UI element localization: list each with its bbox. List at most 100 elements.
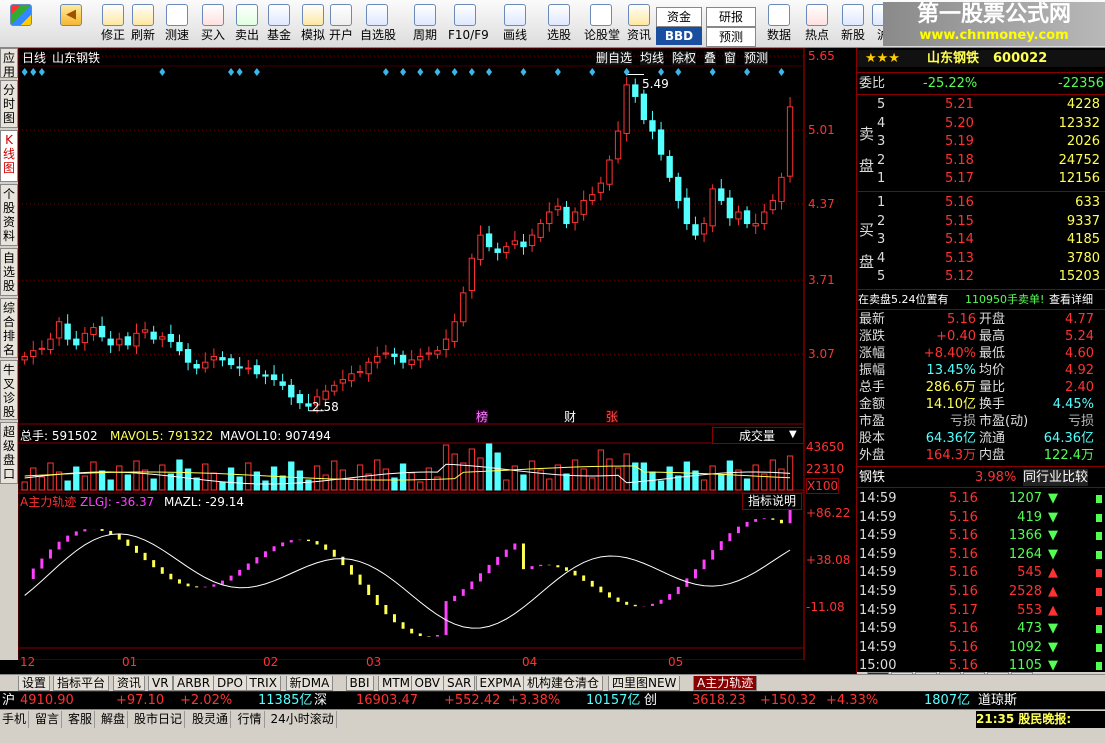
indicator-tab-4[interactable]: ARBR bbox=[173, 676, 215, 691]
view-tab-3[interactable]: 个股资料 bbox=[0, 184, 18, 246]
app-menu-button[interactable] bbox=[4, 3, 38, 47]
toolbar-button-16[interactable]: 热点 bbox=[800, 3, 834, 47]
toolbar-button-0[interactable]: 修正 bbox=[96, 3, 130, 47]
chart-menu-item-3[interactable]: 叠 bbox=[704, 51, 717, 65]
volume-bar bbox=[735, 469, 742, 491]
status-item-6[interactable]: 行情 bbox=[236, 711, 265, 728]
back-button[interactable]: ◀ bbox=[54, 3, 88, 47]
indicator-tab-3[interactable]: VR bbox=[148, 676, 173, 691]
candle-body bbox=[417, 355, 424, 361]
toolbar-button-15[interactable]: 数据 bbox=[762, 3, 796, 47]
toolbar-button-5[interactable]: 基金 bbox=[262, 3, 296, 47]
volume-bar bbox=[718, 474, 725, 491]
volume-tick: 22310 bbox=[806, 462, 845, 476]
indicator-select[interactable]: 成交量 ▼ bbox=[712, 427, 804, 444]
status-item-3[interactable]: 解盘 bbox=[99, 711, 129, 728]
toolbar-button-13[interactable]: 论股堂 bbox=[584, 3, 620, 47]
toolbar-button-14[interactable]: 资讯 bbox=[622, 3, 656, 47]
chart-menu-item-1[interactable]: 均线 bbox=[640, 51, 665, 65]
yanbao-button[interactable]: 研报 预测 bbox=[706, 3, 756, 47]
bang-marker[interactable]: 榜 bbox=[476, 410, 489, 424]
cai-marker[interactable]: 财 bbox=[564, 410, 576, 424]
status-item-4[interactable]: 股市日记 bbox=[132, 711, 186, 728]
view-tab-4[interactable]: 自选股 bbox=[0, 248, 18, 296]
status-item-1[interactable]: 留言 bbox=[33, 711, 63, 728]
indicator-tab-6[interactable]: TRIX bbox=[245, 676, 281, 691]
toolbar-button-1[interactable]: 刷新 bbox=[126, 3, 160, 47]
stat-value: 2.40 bbox=[1065, 380, 1094, 395]
view-tab-6[interactable]: 牛叉诊股 bbox=[0, 360, 18, 420]
candle-body bbox=[554, 205, 562, 211]
indicator-help-button[interactable]: 指标说明 bbox=[742, 493, 802, 510]
candle-body bbox=[460, 292, 467, 323]
toolbar-button-3[interactable]: 买入 bbox=[196, 3, 230, 47]
zhang-marker[interactable]: 张 bbox=[606, 410, 619, 424]
chart-menu-item-2[interactable]: 除权 bbox=[672, 51, 697, 65]
view-tab-0[interactable]: 应用 bbox=[0, 48, 18, 79]
volume-bar bbox=[202, 463, 209, 491]
tick-time: 14:59 bbox=[859, 546, 897, 562]
zijin-button[interactable]: 资金 BBD bbox=[656, 3, 702, 47]
chart-menu-item-0[interactable]: 删自选 bbox=[596, 51, 633, 65]
indicator-tab-1[interactable]: 指标平台 bbox=[53, 676, 110, 691]
toolbar-button-7[interactable]: 开户 bbox=[324, 3, 358, 47]
candle-body bbox=[356, 370, 364, 374]
mavol10-name: MAVOL10: bbox=[220, 429, 282, 443]
toolbar-button-12[interactable]: 选股 bbox=[542, 3, 576, 47]
index-ticker: 沪 4910.90 +97.10 +2.02% 11385亿 深 16903.4… bbox=[0, 691, 1105, 709]
stat-label: 最低 bbox=[979, 346, 1006, 361]
arrow-down-icon: ▼ bbox=[1048, 528, 1058, 544]
chart-menu-item-5[interactable]: 预测 bbox=[744, 51, 769, 65]
candle-body bbox=[288, 384, 295, 398]
status-item-5[interactable]: 股灵通 bbox=[190, 711, 232, 728]
indicator-tab-2[interactable]: 资讯 bbox=[113, 676, 146, 691]
status-item-7[interactable]: 24小时滚动 bbox=[269, 711, 337, 728]
kline-chart-panel[interactable]: 日线 山东钢铁 删自选 均线 除权叠窗预测 总手: 591502 MAVOL5: 7… bbox=[18, 48, 856, 669]
indicator-tab-15[interactable]: A主力轨迹 bbox=[693, 676, 758, 691]
toolbar-button-2[interactable]: 测速 bbox=[160, 3, 194, 47]
toolbar-button-label: 自选股 bbox=[360, 28, 397, 42]
indicator-tab-11[interactable]: SAR bbox=[443, 676, 476, 691]
arrow-down-icon: ▼ bbox=[1048, 509, 1058, 525]
quote-divider bbox=[857, 466, 1105, 467]
indicator-tab-5[interactable]: DPO bbox=[213, 676, 247, 691]
ask-level: 1 bbox=[877, 171, 886, 186]
status-item-2[interactable]: 客服 bbox=[66, 711, 96, 728]
ask-price: 5.18 bbox=[945, 152, 974, 168]
news-box[interactable]: 21:35 股民晚报: bbox=[976, 711, 1105, 728]
view-tab-5[interactable]: 综合排名 bbox=[0, 298, 18, 358]
toolbar-button-8[interactable]: 自选股 bbox=[360, 3, 397, 47]
view-tab-2[interactable]: K线图 bbox=[0, 130, 18, 182]
toolbar-button-10[interactable]: F10/F9 bbox=[448, 3, 489, 47]
quote-divider bbox=[857, 309, 1105, 310]
notice-link[interactable]: 查看详细 bbox=[1049, 291, 1093, 308]
volume-bar bbox=[709, 465, 716, 491]
toolbar-button-11[interactable]: 画线 bbox=[498, 3, 532, 47]
toolbar-button-4[interactable]: 卖出 bbox=[230, 3, 264, 47]
candle-body bbox=[305, 403, 312, 407]
indicator-tab-9[interactable]: MTM bbox=[378, 676, 415, 691]
tick-row: 14:59 5.16 1207 ▼ bbox=[857, 490, 1105, 507]
stat-label: 股本 bbox=[859, 431, 886, 446]
tick-price: 5.16 bbox=[949, 621, 978, 637]
stat-row: 金额 14.10亿 换手 4.45% bbox=[857, 396, 1105, 413]
volume-bar bbox=[520, 474, 527, 491]
volume-bar bbox=[752, 464, 759, 491]
indicator-tab-12[interactable]: EXPMA bbox=[475, 676, 526, 691]
indicator-tab-10[interactable]: OBV bbox=[410, 676, 445, 691]
lock-icon bbox=[330, 4, 352, 26]
chart-menu-item-4[interactable]: 窗 bbox=[724, 51, 737, 65]
candle-body bbox=[425, 352, 433, 355]
view-tab-1[interactable]: 分时图 bbox=[0, 80, 18, 128]
indicator-tab-8[interactable]: BBI bbox=[345, 676, 374, 691]
industry-compare-button[interactable]: 同行业比较 bbox=[1023, 469, 1089, 486]
toolbar-button-9[interactable]: 周期 bbox=[408, 3, 442, 47]
indicator-tab-0[interactable]: 设置 bbox=[18, 676, 51, 691]
indicator-tab-13[interactable]: 机构建仓清仓 bbox=[523, 676, 604, 691]
view-tab-7[interactable]: 超级盘口 bbox=[0, 422, 18, 484]
toolbar-button-17[interactable]: 新股 bbox=[836, 3, 870, 47]
indicator-tab-14[interactable]: 四里图NEW bbox=[608, 676, 681, 691]
indicator-tab-7[interactable]: 新DMA bbox=[285, 676, 334, 691]
ask-level: 3 bbox=[877, 134, 886, 149]
status-item-0[interactable]: 手机 bbox=[0, 711, 30, 728]
